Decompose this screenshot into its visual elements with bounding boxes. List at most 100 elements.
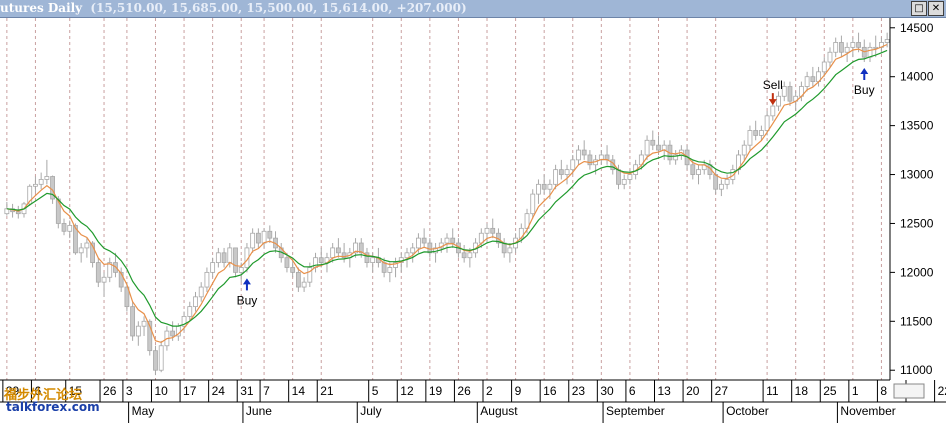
candle-body	[758, 130, 764, 136]
candle-body	[764, 115, 770, 131]
x-date-label: 14	[292, 384, 306, 398]
candle-body	[484, 227, 490, 234]
candle-body	[507, 247, 513, 254]
x-month-label: June	[246, 404, 272, 418]
candle-body	[450, 237, 456, 244]
window-title: utures Daily (15,510.00, 15,685.00, 15,5…	[0, 0, 467, 17]
x-date-label: 27	[715, 384, 729, 398]
close-icon[interactable]: ✕	[928, 1, 944, 16]
x-date-label: 25	[823, 384, 837, 398]
candle-body	[850, 42, 856, 48]
x-date-label: 7	[263, 384, 270, 398]
title-bar[interactable]: utures Daily (15,510.00, 15,685.00, 15,5…	[0, 0, 946, 18]
candle-body	[44, 176, 50, 180]
candle-body	[581, 149, 587, 156]
y-tick-label: 13000	[900, 168, 934, 182]
candle-body	[616, 169, 621, 185]
candle-body	[884, 39, 890, 43]
candle-body	[416, 237, 421, 249]
candle-body	[713, 174, 719, 190]
candle-body	[301, 281, 307, 288]
restore-icon[interactable]: □	[911, 1, 927, 16]
x-date-label: 11	[766, 384, 779, 398]
candle-body	[656, 144, 661, 151]
candle-body	[38, 179, 44, 185]
x-date-label: 19	[429, 384, 443, 398]
candle-body	[444, 237, 450, 244]
price-chart: Buy Sell Buy 11000 11500 12000 12500 13000 13500…	[0, 18, 946, 423]
candle-body	[404, 252, 410, 259]
sell-signal-label: Sell	[763, 78, 783, 92]
y-tick-label: 11000	[900, 363, 933, 377]
x-date-label: 6	[629, 384, 636, 398]
candle-body	[187, 306, 193, 317]
y-tick-label: 12000	[900, 265, 934, 279]
candle-body	[284, 257, 290, 268]
candle-body	[501, 242, 507, 254]
x-date-label: 31	[240, 384, 254, 398]
x-date-label: 8	[880, 384, 887, 398]
candle-body	[101, 276, 107, 283]
candle-body	[193, 296, 198, 308]
candle-body	[233, 247, 238, 273]
x-date-label: 13	[657, 384, 671, 398]
candle-body	[827, 51, 833, 63]
candle-body	[690, 164, 696, 175]
candle-body	[467, 252, 473, 259]
candle-body	[158, 345, 164, 371]
candle-body	[570, 159, 576, 171]
candle-body	[410, 247, 416, 254]
candle-body	[330, 247, 336, 259]
x-month-label: July	[360, 404, 381, 418]
x-date-label: 26	[103, 384, 117, 398]
candle-body	[387, 267, 393, 273]
candle-body	[61, 223, 67, 232]
candle-body	[787, 86, 793, 102]
x-date-label: 9	[515, 384, 522, 398]
x-date-label: 12	[400, 384, 414, 398]
x-date-label: 5	[372, 384, 379, 398]
candle-body	[650, 139, 656, 146]
candle-body	[250, 232, 256, 249]
candle-body	[856, 42, 861, 48]
candle-body	[553, 169, 559, 185]
ohlc-readout: (15,510.00, 15,685.00, 15,500.00, 15,614…	[90, 1, 467, 15]
candle-body	[696, 169, 701, 175]
y-tick-label: 14500	[900, 21, 934, 35]
candle-body	[644, 139, 650, 156]
x-date-label: 3	[126, 384, 133, 398]
x-month-label: May	[132, 404, 155, 418]
chart-window: Buy Sell Buy 11000 11500 12000 12500 13000 13500…	[0, 0, 946, 423]
candle-body	[576, 149, 581, 161]
candle-body	[33, 183, 38, 187]
x-date-label: 23	[572, 384, 586, 398]
candle-body	[67, 225, 73, 232]
candle-body	[290, 267, 296, 273]
x-date-label: 18	[795, 384, 809, 398]
buy-signal-label: Buy	[854, 83, 875, 97]
candle-body	[255, 232, 261, 244]
candle-body	[541, 183, 547, 190]
x-month-label: September	[606, 404, 665, 418]
candle-body	[370, 257, 376, 263]
x-date-label: 22	[938, 384, 946, 398]
candle-body	[421, 237, 427, 244]
candle-body	[536, 183, 541, 195]
watermark: 福步外汇论坛 talkforex.com	[4, 384, 100, 414]
candle-body	[810, 76, 816, 82]
x-date-label: 2	[486, 384, 493, 398]
x-date-label: 26	[457, 384, 471, 398]
x-date-label: 16	[543, 384, 557, 398]
candle-body	[295, 271, 301, 288]
candle-body	[833, 42, 839, 53]
y-tick-label: 12500	[900, 216, 934, 230]
x-month-label: August	[480, 404, 518, 418]
x-month-label: November	[840, 404, 895, 418]
candle-body	[867, 46, 873, 58]
candle-body	[461, 252, 467, 259]
candle-body	[587, 154, 593, 166]
candle-body	[221, 252, 227, 263]
candle-body	[781, 86, 787, 97]
candle-body	[130, 306, 136, 337]
y-tick-label: 14000	[900, 70, 934, 84]
